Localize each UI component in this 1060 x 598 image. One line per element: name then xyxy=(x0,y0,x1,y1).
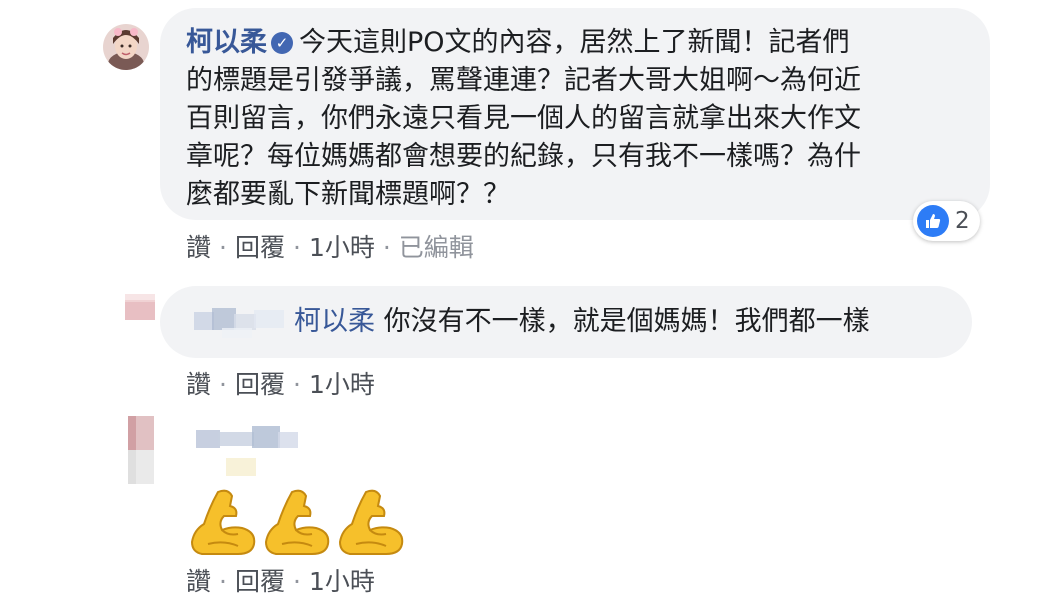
like-link[interactable]: 讚 xyxy=(186,370,211,399)
comment-actions: 讚 · 回覆 · 1小時 xyxy=(186,365,375,401)
separator: · xyxy=(219,233,227,262)
comment-2: 柯以柔 你沒有不一樣，就是個媽媽！我們都一樣 讚 · 回覆 · 1小時 xyxy=(0,270,1060,400)
reply-link[interactable]: 回覆 xyxy=(235,567,285,596)
like-link[interactable]: 讚 xyxy=(186,233,211,262)
comment-text-line: 麼都要亂下新聞標題啊？？ xyxy=(186,179,510,210)
author-name[interactable]: 柯以柔 xyxy=(186,27,267,58)
comment-body: 柯以柔 你沒有不一樣，就是個媽媽！我們都一樣 xyxy=(294,303,870,341)
comment-text-line: 百則留言，你們永遠只看見一個人的留言就拿出來大作文 xyxy=(186,103,861,134)
flexed-biceps-icon xyxy=(262,486,334,558)
comment-actions: 讚 · 回覆 · 1小時 · 已編輯 xyxy=(186,228,474,264)
mention-link[interactable]: 柯以柔 xyxy=(294,306,375,337)
reaction-summary[interactable]: 2 xyxy=(913,201,980,241)
separator: · xyxy=(219,567,227,596)
timestamp[interactable]: 1小時 xyxy=(309,233,375,262)
comment-text-line: 今天這則PO文的內容，居然上了新聞！記者們 xyxy=(299,27,850,58)
edited-label[interactable]: 已編輯 xyxy=(399,233,474,262)
comment-text-line: 章呢？每位媽媽都會想要的紀錄，只有我不一樣嗎？為什 xyxy=(186,141,861,172)
separator: · xyxy=(292,370,301,399)
reaction-count: 2 xyxy=(955,208,970,234)
reply-link[interactable]: 回覆 xyxy=(235,233,285,262)
verified-badge-icon: ✓ xyxy=(271,32,293,54)
avatar[interactable] xyxy=(103,24,149,70)
comment-1: 柯以柔 ✓ 今天這則PO文的內容，居然上了新聞！記者們 的標題是引發爭議，罵聲連連？… xyxy=(0,0,1060,270)
separator: · xyxy=(292,567,301,596)
separator: · xyxy=(382,233,391,262)
author-name-redacted[interactable] xyxy=(192,302,288,342)
separator: · xyxy=(219,370,227,399)
avatar[interactable] xyxy=(125,290,155,320)
timestamp[interactable]: 1小時 xyxy=(309,370,375,399)
thumbs-up-icon xyxy=(917,205,949,237)
separator: · xyxy=(292,233,301,262)
comment-bubble: 柯以柔 ✓ 今天這則PO文的內容，居然上了新聞！記者們 的標題是引發爭議，罵聲連連？… xyxy=(160,8,990,220)
like-link[interactable]: 讚 xyxy=(186,567,211,596)
comment-3: 讚 · 回覆 · 1小時 xyxy=(0,400,1060,596)
comment-bubble: 柯以柔 你沒有不一樣，就是個媽媽！我們都一樣 xyxy=(160,286,972,358)
comment-text-line: 的標題是引發爭議，罵聲連連？記者大哥大姐啊～為何近 xyxy=(186,65,861,96)
flexed-biceps-icon xyxy=(188,486,260,558)
comment-actions: 讚 · 回覆 · 1小時 xyxy=(186,562,375,598)
flexed-biceps-icon xyxy=(336,486,408,558)
author-name-redacted[interactable] xyxy=(192,422,302,482)
timestamp[interactable]: 1小時 xyxy=(309,567,375,596)
avatar[interactable] xyxy=(128,416,154,484)
reply-link[interactable]: 回覆 xyxy=(235,370,285,399)
comment-text: 你沒有不一樣，就是個媽媽！我們都一樣 xyxy=(383,306,870,337)
comment-body: 柯以柔 ✓ 今天這則PO文的內容，居然上了新聞！記者們 的標題是引發爭議，罵聲連連？… xyxy=(186,24,966,214)
